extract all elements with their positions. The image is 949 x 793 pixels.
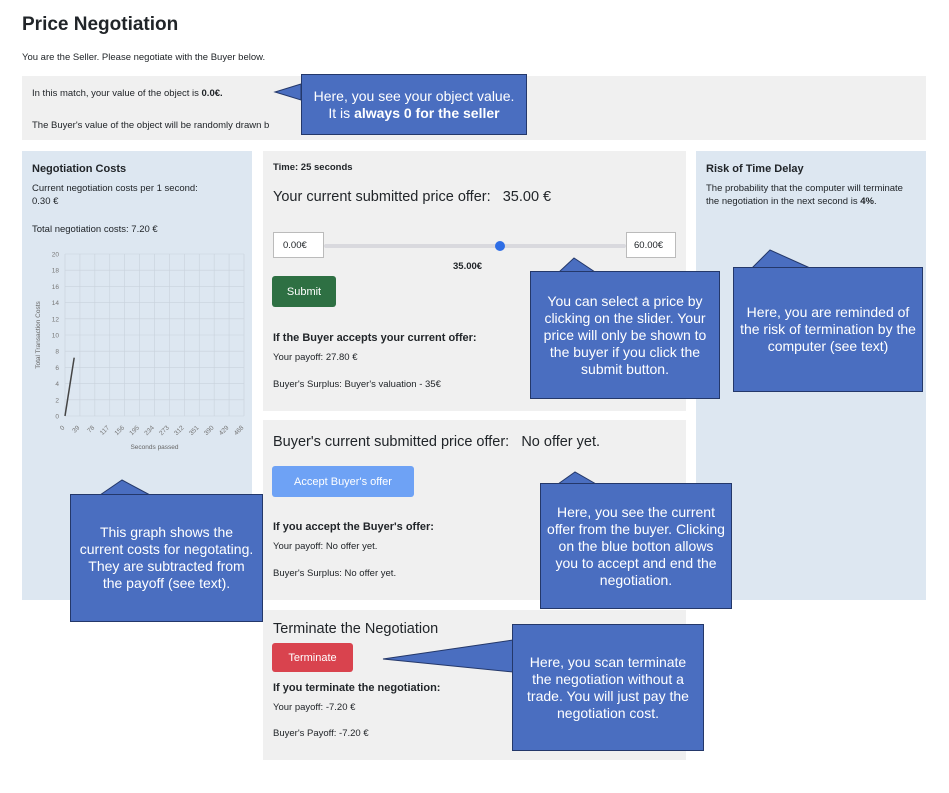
- accept-buyer-heading: If you accept the Buyer's offer:: [273, 521, 434, 533]
- x-tick-label: 195: [128, 424, 141, 437]
- callout-graph: This graph shows the current costs for n…: [70, 494, 263, 622]
- intro-text: You are the Seller. Please negotiate wit…: [22, 52, 266, 63]
- x-tick-label: 234: [143, 424, 156, 437]
- costs-title: Negotiation Costs: [32, 163, 127, 175]
- accept-buyer-surplus: Buyer's Surplus: No offer yet.: [273, 568, 397, 579]
- accept-buyer-offer-button[interactable]: Accept Buyer's offer: [272, 466, 414, 497]
- x-tick-label: 39: [71, 424, 81, 434]
- y-tick-label: 4: [55, 381, 59, 388]
- risk-percent: 4%: [860, 196, 874, 207]
- buyer-surplus: Buyer's Surplus: Buyer's valuation - 35€: [273, 379, 441, 390]
- callout-risk: Here, you are reminded of the risk of te…: [733, 267, 923, 392]
- x-tick-label: 117: [99, 424, 112, 437]
- callout-buyer-offer: Here, you see the current offer from the…: [540, 483, 732, 609]
- y-axis-label: Total Transaction Costs: [35, 300, 42, 368]
- x-tick-label: 78: [86, 424, 96, 434]
- price-slider[interactable]: [324, 241, 626, 251]
- y-tick-label: 14: [52, 300, 60, 307]
- slider-min-label: 0.00€: [273, 232, 324, 258]
- terminate-payoff: Your payoff: -7.20 €: [273, 702, 356, 713]
- x-tick-label: 0: [59, 424, 67, 432]
- terminate-buyer-payoff: Buyer's Payoff: -7.20 €: [273, 728, 369, 739]
- cost-chart: 024681012141618200 39 78 117 156 195 234 273 312…: [35, 252, 246, 452]
- y-tick-label: 8: [55, 349, 59, 356]
- buyer-offer-heading: Buyer's current submitted price offer: N…: [273, 434, 601, 450]
- terminate-button[interactable]: Terminate: [272, 643, 353, 672]
- slider-value-label: 35.00€: [453, 261, 483, 272]
- x-tick-label: 312: [173, 424, 186, 437]
- x-tick-label: 390: [203, 424, 216, 437]
- y-tick-label: 10: [52, 333, 60, 340]
- x-tick-label: 273: [158, 424, 171, 437]
- terminate-sub-heading: If you terminate the negotiation:: [273, 682, 441, 694]
- x-tick-label: 156: [113, 424, 126, 437]
- y-tick-label: 16: [52, 284, 60, 291]
- current-offer-value: 35.00 €: [502, 189, 552, 205]
- page-title: Price Negotiation: [22, 14, 179, 35]
- buyer-value-note: The Buyer's value of the object will be …: [32, 120, 270, 131]
- x-axis-label: Seconds passed: [130, 444, 178, 451]
- costs-per-second-label: Current negotiation costs per 1 second:: [32, 183, 198, 194]
- seller-value-amount: 0.0€.: [201, 88, 223, 99]
- submit-button[interactable]: Submit: [272, 276, 336, 307]
- terminate-heading: Terminate the Negotiation: [273, 621, 439, 637]
- x-tick-label: 468: [233, 424, 246, 437]
- y-tick-label: 12: [52, 316, 60, 323]
- callout-terminate: Here, you scan terminate the negotiation…: [512, 624, 704, 751]
- accept-current-heading: If the Buyer accepts your current offer:: [273, 332, 477, 344]
- y-tick-label: 0: [55, 414, 59, 421]
- y-tick-label: 18: [52, 268, 60, 275]
- accept-buyer-payoff: Your payoff: No offer yet.: [273, 541, 378, 552]
- timer: Time: 25 seconds: [273, 162, 353, 173]
- y-tick-label: 6: [55, 365, 59, 372]
- your-payoff: Your payoff: 27.80 €: [273, 352, 358, 363]
- y-tick-label: 20: [52, 252, 60, 259]
- cost-series-line: [64, 357, 75, 417]
- x-tick-label: 351: [188, 424, 201, 437]
- callout-object-value: Here, you see your object value. It is a…: [301, 74, 527, 135]
- seller-value-text: In this match, your value of the object …: [32, 88, 223, 99]
- risk-title: Risk of Time Delay: [706, 163, 804, 175]
- costs-per-second-value: 0.30 €: [32, 196, 59, 207]
- slider-thumb[interactable]: [495, 241, 506, 251]
- costs-total: Total negotiation costs: 7.20 €: [32, 224, 158, 235]
- slider-max-label: 60.00€: [626, 232, 676, 258]
- buyer-offer-value: No offer yet.: [521, 434, 601, 450]
- current-offer-heading: Your current submitted price offer: 35.0…: [273, 189, 552, 205]
- x-tick-label: 429: [218, 424, 231, 437]
- risk-text: The probability that the computer will t…: [706, 183, 903, 207]
- callout-slider: You can select a price by clicking on th…: [530, 271, 720, 399]
- y-tick-label: 2: [55, 397, 59, 404]
